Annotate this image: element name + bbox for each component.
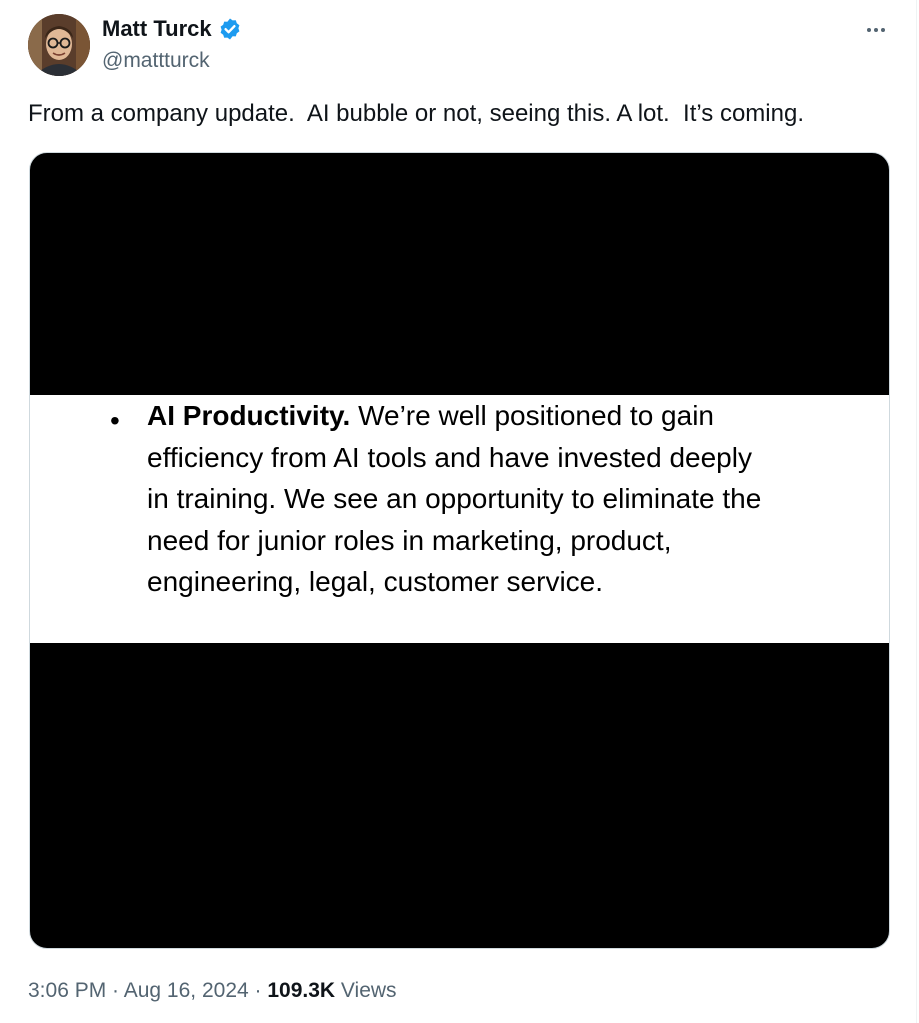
line1-rest: We’re well positioned to gain [350, 400, 714, 431]
author-name[interactable]: Matt Turck [102, 15, 212, 43]
more-horizontal-icon [867, 28, 885, 32]
more-options-button[interactable] [862, 16, 890, 44]
tweet-media-image[interactable]: • AI Productivity. We’re well positioned… [29, 152, 890, 949]
author-handle[interactable]: @mattturck [102, 47, 210, 75]
document-line-4: need for junior roles in marketing, prod… [147, 524, 672, 556]
separator: · [106, 979, 124, 1002]
separator: · [248, 979, 268, 1002]
timestamp-date[interactable]: Aug 16, 2024 [124, 979, 249, 1002]
verified-badge-icon [218, 17, 242, 41]
document-line-1: AI Productivity. We’re well positioned t… [147, 395, 867, 437]
document-line-2: efficiency from AI tools and have invest… [147, 441, 752, 473]
timestamp-time[interactable]: 3:06 PM [28, 979, 106, 1002]
author-name-row[interactable]: Matt Turck [102, 15, 242, 43]
views-count[interactable]: 109.3K [267, 979, 335, 1002]
avatar[interactable] [28, 14, 90, 76]
tweet-text: From a company update. AI bubble or not,… [28, 100, 804, 127]
document-line-5: engineering, legal, customer service. [147, 566, 604, 597]
views-label: Views [335, 979, 397, 1002]
tweet-container: Matt Turck @mattturck From a company upd… [0, 0, 917, 1023]
bullet-point: • [110, 405, 120, 436]
bold-lead: AI Productivity. [147, 400, 351, 431]
tweet-metadata: 3:06 PM · Aug 16, 2024 · 109.3K Views [28, 976, 397, 1006]
document-line-3: in training. We see an opportunity to el… [147, 483, 762, 514]
avatar-image [28, 14, 90, 76]
document-excerpt-text: AI Productivity. We’re well positioned t… [147, 395, 867, 603]
